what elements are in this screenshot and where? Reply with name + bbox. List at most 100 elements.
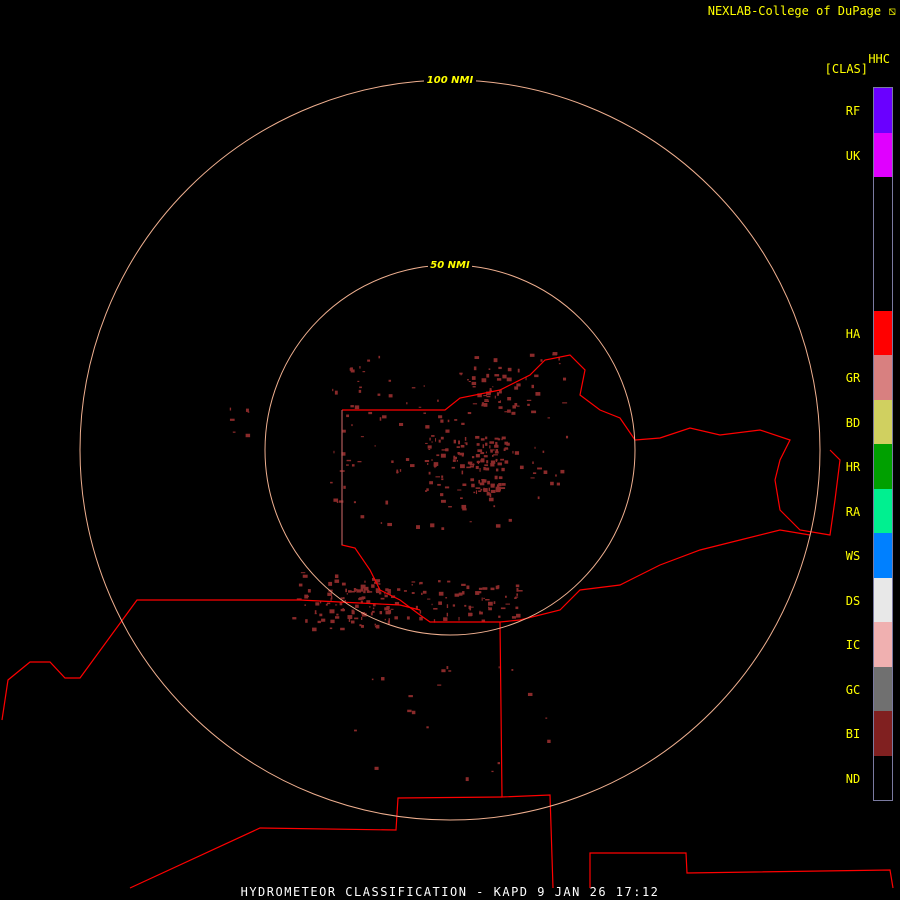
- echo-pixel: [433, 462, 439, 466]
- echo-pixel: [485, 598, 490, 601]
- echo-pixel: [312, 627, 317, 632]
- echo-pixel: [384, 618, 386, 621]
- echo-pixel: [498, 406, 503, 409]
- echo-pixel: [458, 592, 463, 596]
- radar-map[interactable]: 50 NMI 100 NMI: [0, 0, 900, 900]
- echo-pixel: [505, 603, 511, 605]
- echo-pixel: [496, 392, 500, 396]
- echo-pixel: [403, 590, 407, 592]
- echo-pixel: [473, 463, 475, 466]
- echo-pixel: [355, 604, 359, 608]
- echo-pixel: [445, 429, 450, 433]
- echo-pixel: [545, 717, 548, 719]
- echo-pixel: [496, 378, 502, 381]
- echo-pixel: [483, 466, 486, 471]
- echo-pixel: [405, 458, 410, 461]
- echo-pixel: [498, 366, 502, 370]
- echo-pixel: [379, 417, 382, 421]
- echo-pixel: [448, 506, 452, 508]
- product-title: HYDROMETEOR CLASSIFICATION - KAPD 9 JAN …: [240, 885, 660, 899]
- legend-label-hr: HR: [845, 460, 861, 474]
- echo-pixel: [468, 381, 471, 383]
- echo-pixel: [500, 476, 503, 479]
- echo-pixel: [507, 367, 512, 372]
- echo-pixel: [350, 620, 355, 624]
- echo-pixel: [336, 613, 339, 616]
- echo-pixel: [363, 590, 366, 594]
- echo-pixel: [486, 460, 489, 464]
- echo-pixel: [356, 589, 362, 593]
- echo-pixel: [494, 374, 500, 377]
- echo-pixel: [347, 615, 353, 619]
- echo-pixel: [471, 483, 475, 488]
- echo-pixel: [479, 610, 481, 613]
- echo-pixel: [492, 386, 494, 388]
- echo-pixel: [532, 461, 534, 464]
- echo-pixel: [334, 579, 340, 583]
- echo-pixel: [305, 619, 308, 623]
- echo-pixel: [462, 483, 467, 487]
- echo-pixel: [441, 669, 446, 673]
- echo-pixel: [454, 593, 460, 597]
- echo-pixel: [527, 403, 530, 406]
- echo-pixel: [501, 438, 503, 441]
- echo-pixel: [497, 762, 501, 765]
- echo-pixel: [411, 387, 416, 389]
- echo-pixel: [346, 459, 352, 462]
- legend-label-bd: BD: [845, 415, 861, 430]
- echo-pixel: [490, 483, 495, 486]
- echo-pixel: [425, 442, 428, 444]
- echo-pixel: [431, 459, 433, 461]
- echo-pixel: [495, 585, 499, 590]
- echo-pixel: [565, 435, 569, 439]
- echo-pixel: [475, 490, 478, 495]
- echo-pixel: [357, 380, 360, 383]
- echo-pixel: [461, 583, 466, 586]
- echo-pixel: [329, 627, 333, 630]
- echo-pixel: [488, 497, 494, 502]
- echo-pixel: [460, 464, 465, 469]
- echo-pixel: [229, 407, 232, 411]
- legend-swatch-gr: [874, 355, 892, 400]
- echo-pixel: [416, 525, 420, 529]
- echo-pixel: [501, 467, 505, 472]
- echo-pixel: [461, 504, 467, 509]
- echo-pixel: [445, 448, 449, 452]
- echo-pixel: [385, 610, 391, 615]
- echo-pixel: [399, 469, 402, 472]
- echo-pixel: [529, 353, 535, 357]
- echo-pixel: [482, 587, 488, 590]
- echo-pixel: [346, 592, 348, 595]
- echo-pixel: [372, 607, 375, 610]
- echo-pixel: [500, 487, 506, 490]
- echo-pixel: [481, 452, 484, 454]
- echo-pixel: [493, 601, 496, 605]
- echo-pixel: [431, 441, 433, 443]
- echo-pixel: [354, 617, 359, 620]
- echo-pixel: [342, 429, 346, 433]
- echo-pixel: [423, 385, 425, 387]
- range-ring-100: [79, 79, 821, 821]
- echo-pixel: [438, 580, 441, 583]
- echo-pixel: [530, 477, 535, 479]
- echo-pixel: [482, 444, 485, 449]
- echo-pixel: [475, 465, 479, 470]
- echo-pixel: [391, 460, 394, 463]
- echo-pixel: [501, 483, 506, 486]
- echo-pixel: [419, 582, 421, 585]
- echo-pixel: [526, 399, 532, 401]
- echo-pixel: [351, 610, 355, 615]
- product-code: HHC: [868, 52, 890, 66]
- echo-pixel: [461, 470, 464, 475]
- echo-pixel: [488, 607, 492, 611]
- echo-pixel: [302, 574, 308, 578]
- echo-pixel: [466, 585, 470, 590]
- echo-pixel: [380, 522, 383, 524]
- echo-pixel: [469, 606, 474, 608]
- echo-pixel: [369, 606, 371, 608]
- echo-pixel: [452, 604, 456, 607]
- echo-pixel: [478, 490, 482, 492]
- credit-text: NEXLAB-College of DuPage: [707, 4, 882, 18]
- echo-pixel: [307, 589, 311, 593]
- echo-pixel: [504, 441, 508, 445]
